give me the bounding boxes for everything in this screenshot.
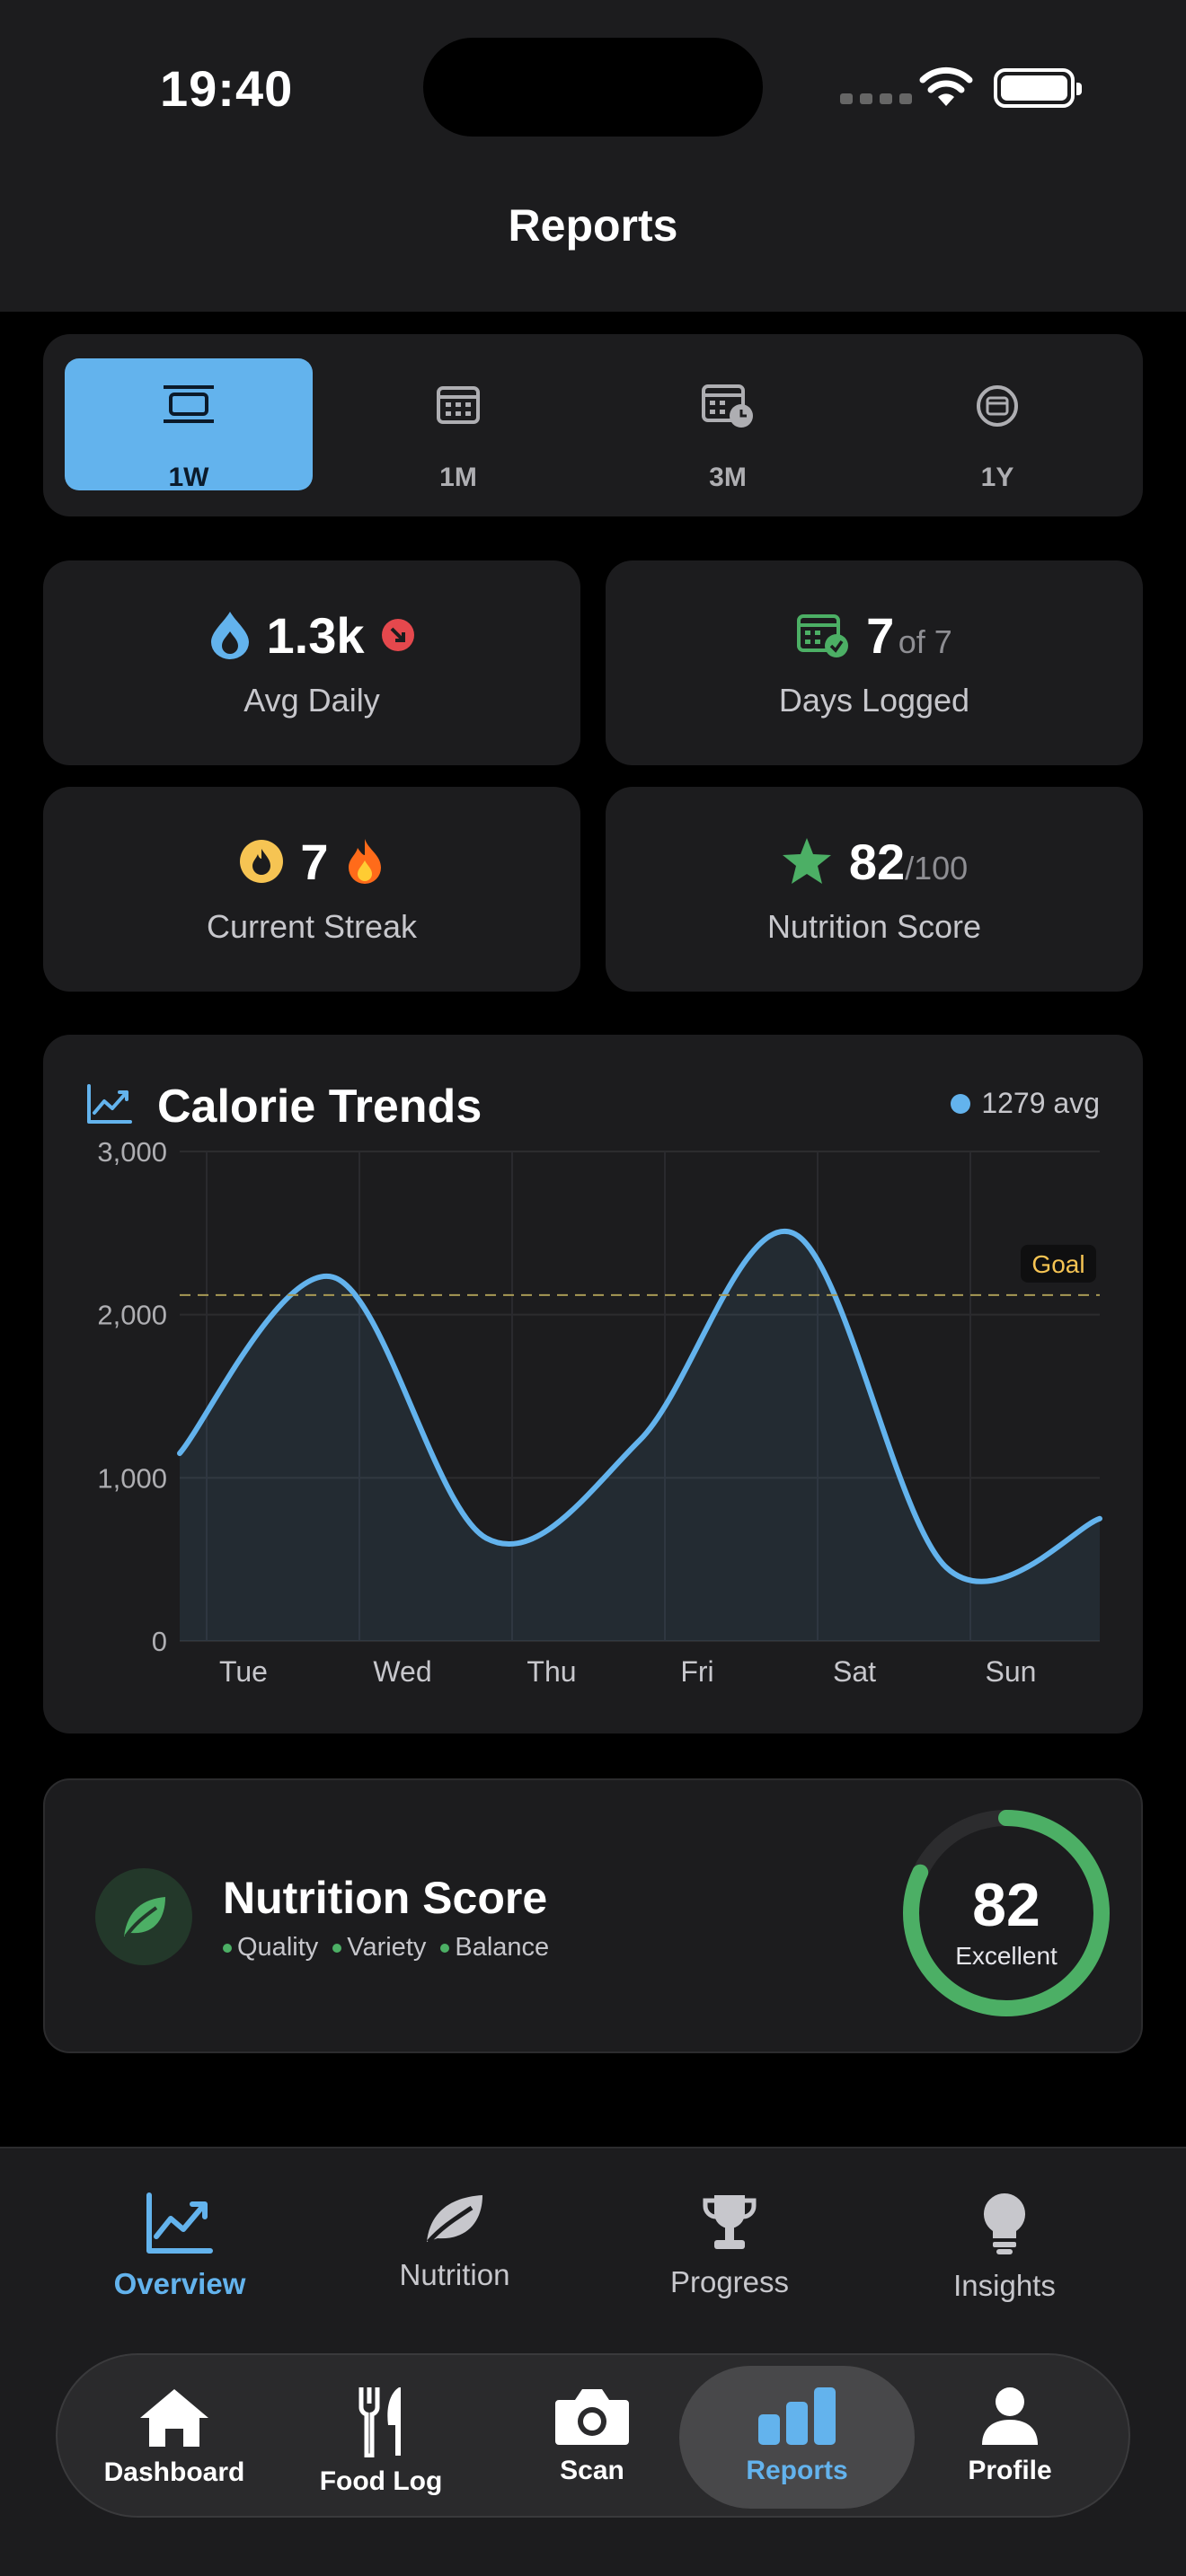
tab-scan[interactable]: Scan: [502, 2366, 682, 2509]
days-logged-label: Days Logged: [778, 682, 970, 719]
y-tick-label: 0: [152, 1626, 167, 1657]
days-logged-suffix: of 7: [898, 622, 952, 660]
score-card-title: Nutrition Score: [223, 1873, 548, 1923]
status-time: 19:40: [160, 60, 294, 117]
nutrition-score-card[interactable]: Nutrition Score Quality Variety Balance …: [43, 1778, 1143, 2053]
calendar-check-icon: [797, 614, 849, 657]
lightbulb-icon: [983, 2193, 1026, 2254]
score-ring-rating: Excellent: [955, 1942, 1058, 1970]
streak-flame-icon: [240, 840, 284, 883]
page-title: Reports: [508, 200, 678, 251]
wifi-icon: [919, 66, 973, 106]
nutrition-score-value: 82: [848, 833, 906, 890]
person-icon: [982, 2387, 1038, 2445]
score-ring-value: 82: [972, 1871, 1040, 1939]
goal-label: Goal: [1031, 1250, 1084, 1278]
subtab-overview[interactable]: Overview: [72, 2192, 288, 2301]
tab-dashboard[interactable]: Dashboard: [84, 2366, 264, 2509]
x-tick-label: Wed: [373, 1655, 431, 1688]
dynamic-island: [423, 38, 763, 137]
tab-food-log[interactable]: Food Log: [291, 2366, 471, 2509]
y-tick-label: 3,000: [97, 1136, 167, 1168]
leaf-icon: [124, 1897, 165, 1938]
calendar-circle-icon: [977, 385, 1018, 427]
avg-daily-value: 1.3k: [266, 606, 365, 664]
calorie-trend-chart: 3,000 2,000 1,000 0 Tue Wed Thu Fri Sat Sun Goal: [97, 1136, 1102, 1688]
tag-variety: Variety: [332, 1933, 426, 1963]
current-streak-value: 7: [300, 833, 329, 890]
star-icon: [782, 838, 831, 884]
subtab-progress[interactable]: Progress: [622, 2192, 837, 2299]
leaf-icon: [427, 2195, 482, 2244]
days-logged-card[interactable]: 7 of 7 Days Logged: [606, 560, 1143, 765]
nutrition-score-stat-card[interactable]: 82/100 Nutrition Score: [606, 787, 1143, 992]
current-streak-label: Current Streak: [206, 908, 418, 945]
tag-quality: Quality: [223, 1933, 318, 1963]
range-1m-button[interactable]: 1M: [334, 358, 582, 492]
bar-chart-icon: [758, 2387, 836, 2445]
calorie-trends-card: Calorie Trends 1279 avg 3,000 2,000 1,000 0…: [43, 1035, 1143, 1734]
avg-daily-label: Avg Daily: [243, 682, 380, 719]
trend-down-icon: [381, 619, 414, 651]
nutrition-score-label: Nutrition Score: [766, 908, 982, 945]
nutrition-score-suffix: /100: [905, 849, 969, 887]
camera-icon: [555, 2389, 629, 2445]
subtab-nutrition[interactable]: Nutrition: [347, 2192, 562, 2292]
subtab-insights[interactable]: Insights: [897, 2192, 1112, 2303]
range-1y-button[interactable]: 1Y: [873, 358, 1121, 492]
range-selector: 1W 1M 3M 1Y: [43, 334, 1143, 516]
main-tabbar: Dashboard Food Log Scan Reports Profile: [56, 2353, 1130, 2518]
current-streak-card[interactable]: 7 Current Streak: [43, 787, 580, 992]
list-icon: [164, 385, 214, 423]
score-tags: Quality Variety Balance: [223, 1933, 549, 1963]
calendar-clock-icon: [702, 384, 753, 428]
battery-icon: [994, 68, 1082, 108]
x-tick-label: Sat: [833, 1655, 876, 1688]
x-tick-label: Tue: [219, 1655, 268, 1688]
fork-knife-icon: [358, 2387, 401, 2457]
y-tick-label: 1,000: [97, 1462, 167, 1494]
range-1w-button[interactable]: 1W: [65, 358, 313, 492]
tag-balance: Balance: [440, 1933, 549, 1963]
days-logged-value: 7: [866, 606, 895, 664]
y-tick-label: 2,000: [97, 1300, 167, 1331]
water-drop-flame-icon: [210, 612, 249, 659]
avg-daily-card[interactable]: 1.3k Avg Daily: [43, 560, 580, 765]
fire-icon: [348, 839, 381, 884]
calendar-icon: [437, 386, 480, 424]
range-3m-button[interactable]: 3M: [604, 358, 852, 492]
home-icon: [140, 2389, 208, 2447]
header: 19:40 Reports: [0, 0, 1186, 312]
trend-chart-icon: [146, 2192, 213, 2254]
x-tick-label: Thu: [527, 1655, 576, 1688]
report-subtabs: Overview Nutrition Progress Insights: [0, 2147, 1186, 2351]
tab-profile[interactable]: Profile: [920, 2366, 1100, 2509]
trophy-icon: [703, 2195, 757, 2249]
x-tick-label: Sun: [986, 1655, 1037, 1688]
cellular-signal-icon: [840, 93, 912, 104]
tab-reports[interactable]: Reports: [679, 2366, 915, 2509]
leaf-badge: [95, 1868, 192, 1965]
x-tick-label: Fri: [680, 1655, 713, 1688]
